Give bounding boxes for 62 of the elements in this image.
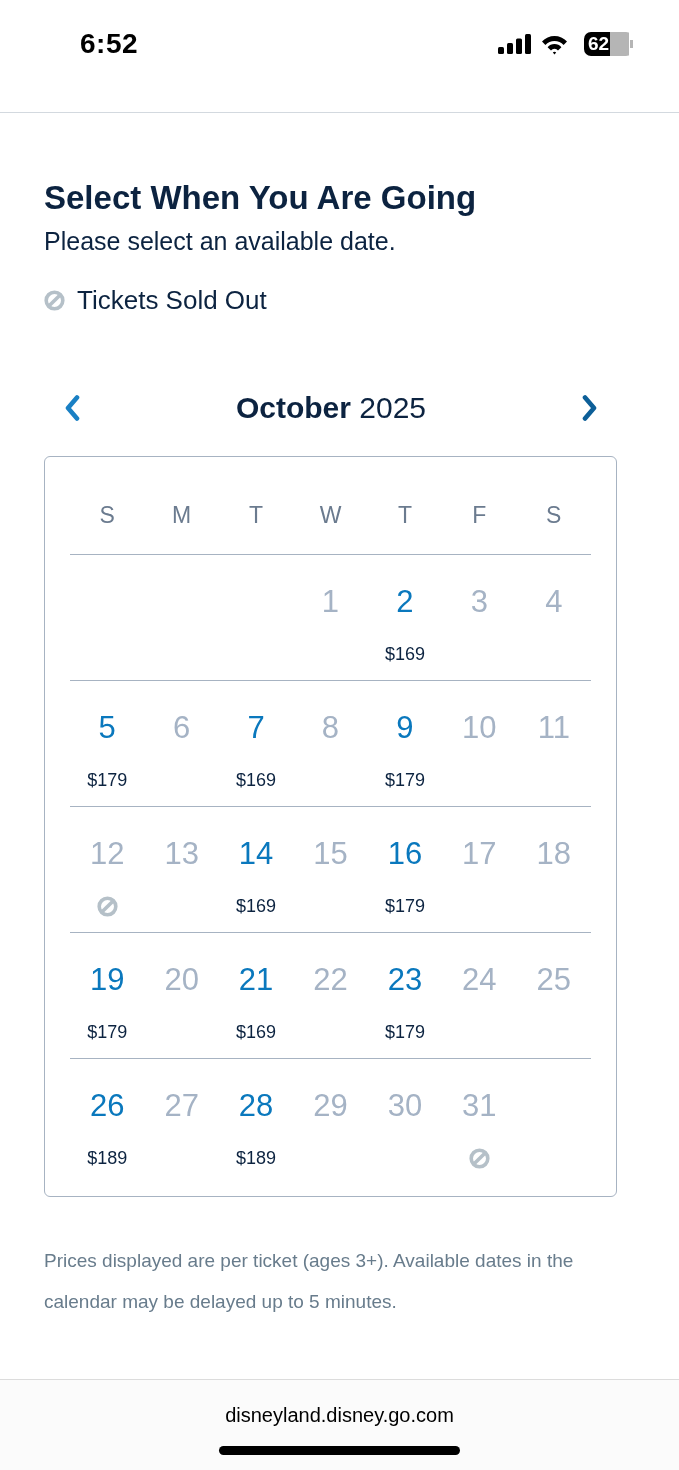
date-number: 27 <box>164 1087 199 1125</box>
date-number: 18 <box>536 835 571 873</box>
price-label: $169 <box>236 895 277 918</box>
date-number[interactable]: 28 <box>238 1087 274 1125</box>
page-title: Select When You Are Going <box>44 179 478 217</box>
date-number[interactable]: 26 <box>89 1087 125 1125</box>
price-label: $169 <box>236 1021 277 1044</box>
page-subtitle: Please select an available date. <box>44 226 397 257</box>
price-label: $179 <box>384 769 425 792</box>
date-number: 31 <box>462 1087 497 1125</box>
footnote-text: Prices displayed are per ticket (ages 3+). Available dates in the calendar may be delayed up to 5 minutes. <box>44 1249 575 1314</box>
weekday-label: S <box>98 501 116 529</box>
battery-indicator: 62 <box>584 32 633 56</box>
price-label: $179 <box>87 1021 128 1044</box>
date-number[interactable]: 5 <box>98 709 116 747</box>
price-label: $179 <box>384 1021 425 1044</box>
date-number: 25 <box>536 961 571 999</box>
date-number: 1 <box>321 583 340 621</box>
date-number[interactable]: 16 <box>387 835 423 873</box>
date-number: 10 <box>462 709 497 747</box>
date-number: 29 <box>313 1087 348 1125</box>
date-number: 8 <box>321 709 340 747</box>
wifi-icon <box>541 33 568 55</box>
date-number: 3 <box>470 583 488 621</box>
date-number: 13 <box>164 835 199 873</box>
price-label: $169 <box>236 769 277 792</box>
weekday-label: S <box>545 501 563 529</box>
date-number: 30 <box>387 1087 423 1125</box>
chevron-left-icon <box>64 395 80 421</box>
date-number: 15 <box>313 835 348 873</box>
date-number: 4 <box>545 583 563 621</box>
weekday-label: T <box>248 501 265 529</box>
price-label: $179 <box>87 769 128 792</box>
price-label: $179 <box>384 895 425 918</box>
weekday-label: T <box>396 501 413 529</box>
date-number: 6 <box>173 709 191 747</box>
date-number: 11 <box>537 709 570 747</box>
date-number[interactable]: 7 <box>247 709 265 747</box>
month-title: October 2025 <box>235 390 427 426</box>
date-number[interactable]: 2 <box>396 583 414 621</box>
date-number: 24 <box>462 961 497 999</box>
weekday-label: W <box>318 501 343 529</box>
sold-out-icon <box>44 289 65 311</box>
price-label: $189 <box>87 1147 128 1170</box>
weekday-label: F <box>471 501 488 529</box>
chevron-right-icon <box>582 395 598 421</box>
price-label: $169 <box>384 643 425 666</box>
date-number[interactable]: 19 <box>89 961 125 999</box>
url-text[interactable]: disneyland.disney.go.com <box>225 1402 454 1428</box>
date-number[interactable]: 14 <box>238 835 274 873</box>
status-time: 6:52 <box>80 27 139 61</box>
date-number[interactable]: 21 <box>238 961 274 999</box>
date-number: 12 <box>89 835 125 873</box>
weekday-label: M <box>171 501 193 529</box>
date-number: 22 <box>313 961 348 999</box>
date-number: 17 <box>462 835 497 873</box>
price-label: $189 <box>236 1147 277 1170</box>
date-number[interactable]: 9 <box>396 709 414 747</box>
date-number[interactable]: 23 <box>387 961 423 999</box>
legend-label: Tickets Sold Out <box>77 284 267 316</box>
signal-icon <box>498 34 531 54</box>
date-number: 20 <box>164 961 199 999</box>
